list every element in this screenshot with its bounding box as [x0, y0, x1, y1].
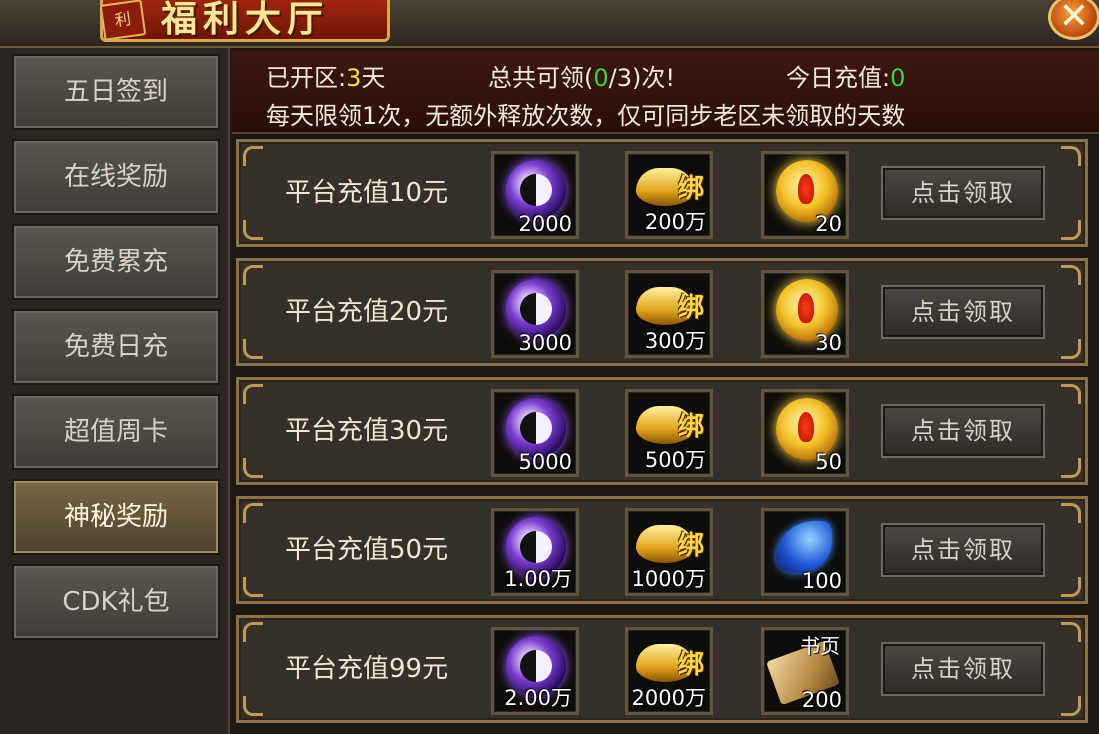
- item-quantity: 500万: [644, 448, 706, 472]
- reward-tier-label: 平台充值20元: [285, 297, 449, 327]
- item-quantity: 100: [801, 569, 842, 593]
- item-quantity: 30: [815, 331, 842, 355]
- item-quantity: 300万: [644, 329, 706, 353]
- reward-item-slot[interactable]: 3000: [491, 270, 579, 358]
- reward-tier-label: 平台充值10元: [285, 178, 449, 208]
- reward-item-slot[interactable]: 书页 200: [761, 627, 849, 715]
- sidebar-item-online-reward[interactable]: 在线奖励: [12, 139, 220, 215]
- reward-item-slot[interactable]: 绑 500万: [625, 389, 713, 477]
- title-bar: 福利大厅 利 ✕: [0, 0, 1099, 48]
- reward-row: 平台充值50元 1.00万 绑 1000万 100 点击领取: [236, 496, 1088, 604]
- reward-tier-label: 平台充值30元: [285, 416, 449, 446]
- reward-item-slot[interactable]: 绑 300万: [625, 270, 713, 358]
- item-quantity: 3000: [518, 331, 572, 355]
- item-quantity: 1000万: [631, 567, 706, 591]
- reward-item-slot[interactable]: 2.00万: [491, 627, 579, 715]
- item-quantity: 50: [815, 450, 842, 474]
- reward-row: 平台充值99元 2.00万 绑 2000万 书页 200 点击领取: [236, 615, 1088, 723]
- sidebar-item-mystery-reward[interactable]: 神秘奖励: [12, 479, 220, 555]
- info-panel: 已开区:3天 总共可领(0/3)次! 今日充值:0 每天限领1次，无额外释放次数…: [232, 50, 1099, 134]
- claim-button[interactable]: 点击领取: [881, 285, 1045, 339]
- bound-tag: 绑: [677, 650, 704, 680]
- item-quantity: 20: [815, 212, 842, 236]
- yin-yang-orb-icon: [506, 398, 566, 458]
- sidebar-item-free-daily-recharge[interactable]: 免费日充: [12, 309, 220, 385]
- reward-item-slot[interactable]: 绑 1000万: [625, 508, 713, 596]
- sidebar: 五日签到 在线奖励 免费累充 免费日充 超值周卡 神秘奖励 CDK礼包: [0, 48, 230, 734]
- item-quantity: 1.00万: [504, 567, 572, 591]
- reward-row: 平台充值20元 3000 绑 300万 30 点击领取: [236, 258, 1088, 366]
- yin-yang-orb-icon: [506, 279, 566, 339]
- reward-item-slot[interactable]: 2000: [491, 151, 579, 239]
- reward-tier-label: 平台充值50元: [285, 535, 449, 565]
- bound-tag: 绑: [677, 174, 704, 204]
- info-stats-line: 已开区:3天 总共可领(0/3)次! 今日充值:0: [266, 58, 1086, 92]
- item-quantity: 200万: [644, 210, 706, 234]
- reward-item-slot[interactable]: 5000: [491, 389, 579, 477]
- item-quantity: 200: [801, 688, 842, 712]
- item-quantity: 2000万: [631, 686, 706, 710]
- reward-item-slot[interactable]: 100: [761, 508, 849, 596]
- title-seal: 利: [99, 0, 147, 41]
- total-claim-stat: 总共可领(0/3)次!: [488, 64, 675, 92]
- sidebar-item-five-day-signin[interactable]: 五日签到: [12, 54, 220, 130]
- claim-button[interactable]: 点击领取: [881, 404, 1045, 458]
- sidebar-item-free-cumulative-recharge[interactable]: 免费累充: [12, 224, 220, 300]
- reward-item-slot[interactable]: 绑 2000万: [625, 627, 713, 715]
- reward-item-slot[interactable]: 1.00万: [491, 508, 579, 596]
- reward-row: 平台充值30元 5000 绑 500万 50 点击领取: [236, 377, 1088, 485]
- claim-button[interactable]: 点击领取: [881, 523, 1045, 577]
- blue-feather-icon: [776, 521, 832, 573]
- reward-item-slot[interactable]: 50: [761, 389, 849, 477]
- bound-tag: 绑: [677, 531, 704, 561]
- reward-row: 平台充值10元 2000 绑 200万 20 点击领取: [236, 139, 1088, 247]
- reward-tier-label: 平台充值99元: [285, 654, 449, 684]
- sidebar-item-cdk-gift[interactable]: CDK礼包: [12, 564, 220, 640]
- claim-button[interactable]: 点击领取: [881, 642, 1045, 696]
- open-days-stat: 已开区:3天: [266, 64, 386, 92]
- reward-item-slot[interactable]: 30: [761, 270, 849, 358]
- claim-button[interactable]: 点击领取: [881, 166, 1045, 220]
- bound-tag: 绑: [677, 293, 704, 323]
- item-tag: 书页: [800, 634, 840, 658]
- sidebar-item-weekly-card[interactable]: 超值周卡: [12, 394, 220, 470]
- item-quantity: 5000: [518, 450, 572, 474]
- reward-item-slot[interactable]: 绑 200万: [625, 151, 713, 239]
- yin-yang-orb-icon: [506, 160, 566, 220]
- close-button[interactable]: ✕: [1048, 0, 1099, 40]
- today-recharge-stat: 今日充值:0: [786, 64, 906, 92]
- item-quantity: 2.00万: [504, 686, 572, 710]
- bound-tag: 绑: [677, 412, 704, 442]
- claim-rules-note: 每天限领1次，无额外释放次数，仅可同步老区未领取的天数: [266, 102, 906, 130]
- reward-item-slot[interactable]: 20: [761, 151, 849, 239]
- item-quantity: 2000: [518, 212, 572, 236]
